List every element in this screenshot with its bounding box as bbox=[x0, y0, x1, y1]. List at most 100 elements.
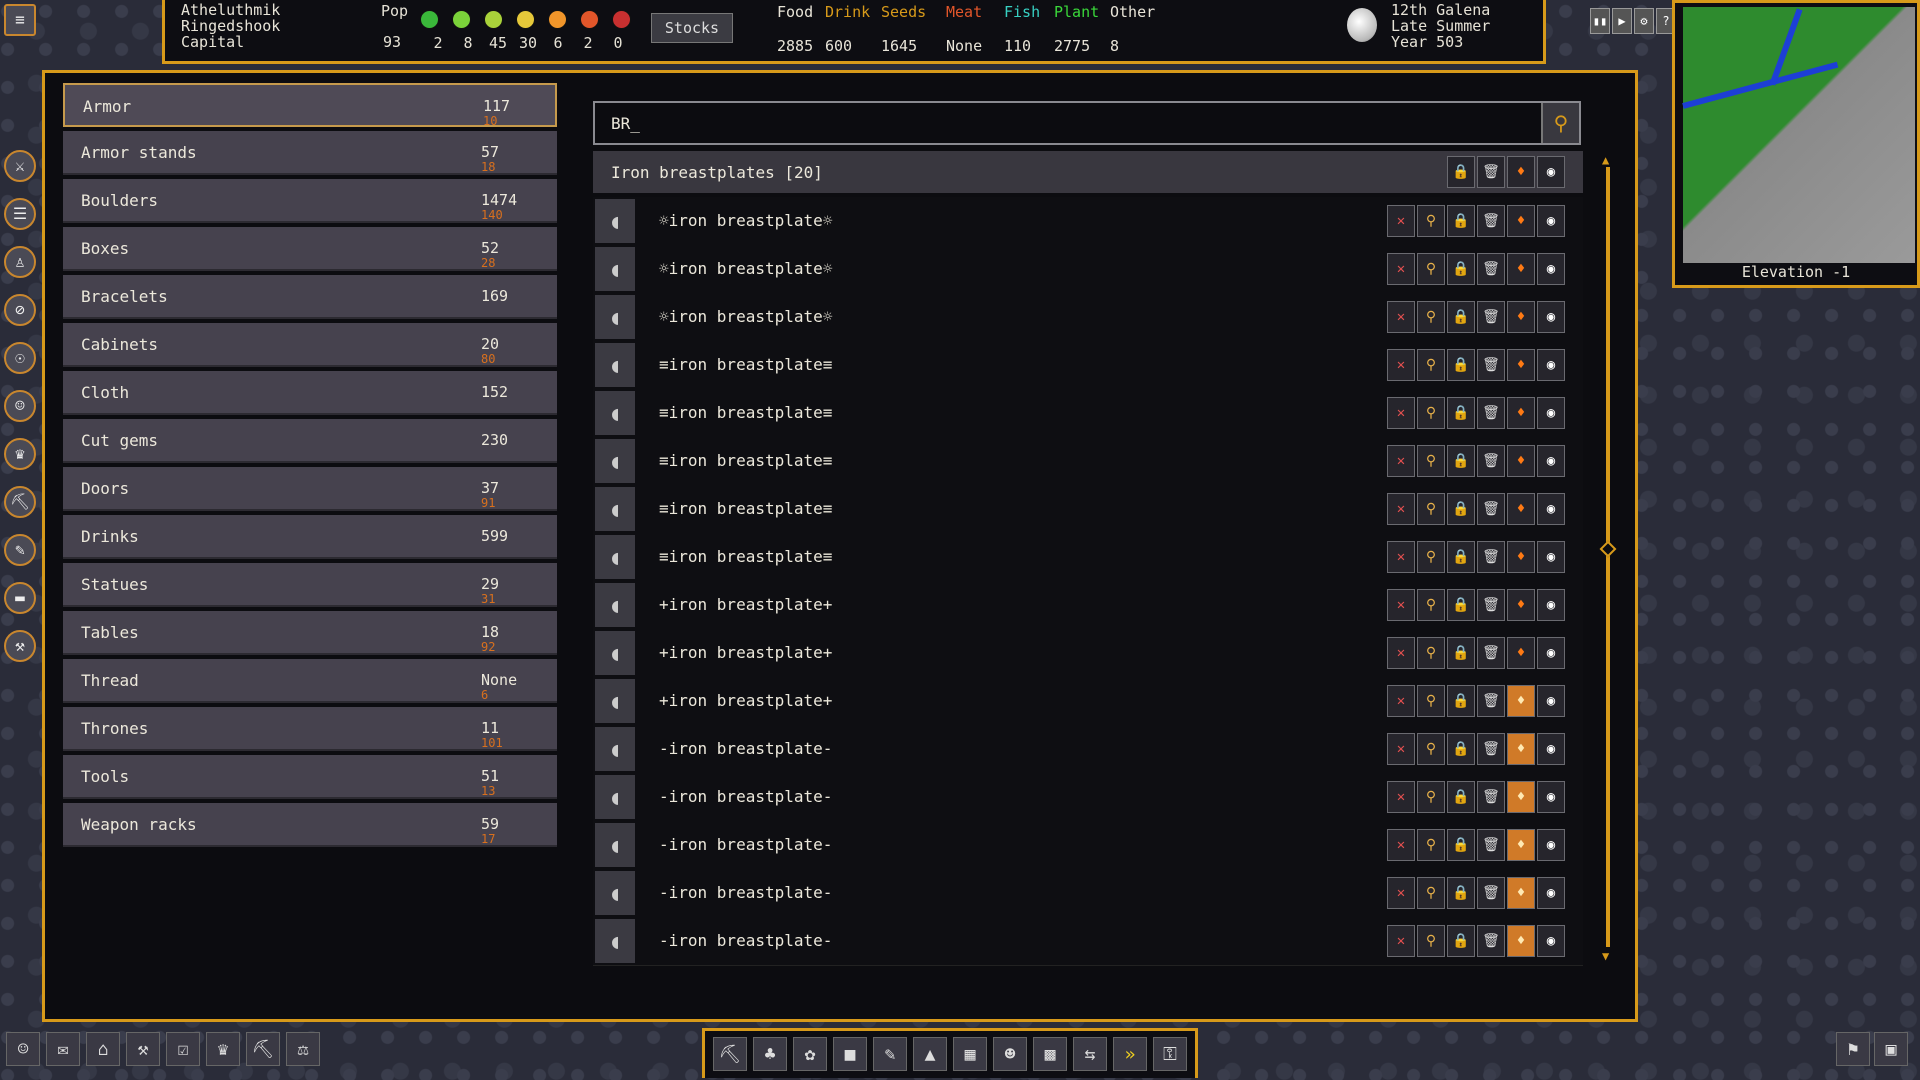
nobles-icon[interactable]: ♛ bbox=[206, 1032, 240, 1066]
unit-view-icon[interactable]: ✕ bbox=[1387, 829, 1415, 861]
unit-view-icon[interactable]: ✕ bbox=[1387, 733, 1415, 765]
unit-view-icon[interactable]: ✕ bbox=[1387, 589, 1415, 621]
zoom-icon[interactable]: ⚲ bbox=[1417, 733, 1445, 765]
zoom-icon[interactable]: ⚲ bbox=[1417, 301, 1445, 333]
item-row[interactable]: ◖ ≡iron breastplate≡ ✕ ⚲ 🔒 🗑 ♦ ◉ bbox=[593, 389, 1583, 438]
zoom-icon[interactable]: ⚲ bbox=[1417, 349, 1445, 381]
fast-forward-icon[interactable]: » bbox=[1113, 1037, 1147, 1071]
zoom-icon[interactable]: ⚲ bbox=[1417, 589, 1445, 621]
lock-icon[interactable]: 🔒 bbox=[1447, 349, 1475, 381]
category-item[interactable]: Tables 18 92 bbox=[63, 611, 557, 655]
gather-icon[interactable]: ✿ bbox=[793, 1037, 827, 1071]
dig-icon[interactable]: ⛏ bbox=[713, 1037, 747, 1071]
item-row[interactable]: ◖ ≡iron breastplate≡ ✕ ⚲ 🔒 🗑 ♦ ◉ bbox=[593, 533, 1583, 582]
melt-icon[interactable]: ♦ bbox=[1507, 685, 1535, 717]
hide-icon[interactable]: ◉ bbox=[1537, 637, 1565, 669]
item-row[interactable]: ◖ ≡iron breastplate≡ ✕ ⚲ 🔒 🗑 ♦ ◉ bbox=[593, 341, 1583, 390]
category-item[interactable]: Weapon racks 59 17 bbox=[63, 803, 557, 847]
lock-icon[interactable]: 🔒 bbox=[1447, 445, 1475, 477]
hide-icon[interactable]: ◉ bbox=[1537, 925, 1565, 957]
category-item[interactable]: Boxes 52 28 bbox=[63, 227, 557, 271]
hide-icon[interactable]: ◉ bbox=[1537, 541, 1565, 573]
military-icon[interactable]: ⚔ bbox=[4, 150, 36, 182]
melt-icon[interactable]: ♦ bbox=[1507, 205, 1535, 237]
orders-icon[interactable]: ☰ bbox=[4, 198, 36, 230]
category-item[interactable]: Bracelets 169 bbox=[63, 275, 557, 319]
lock-icon[interactable]: 🔒 bbox=[1447, 781, 1475, 813]
trash-icon[interactable]: 🗑 bbox=[1477, 397, 1505, 429]
trash-icon[interactable]: 🗑 bbox=[1477, 301, 1505, 333]
zoom-icon[interactable]: ⚲ bbox=[1417, 685, 1445, 717]
trash-icon[interactable]: 🗑 bbox=[1477, 781, 1505, 813]
unit-view-icon[interactable]: ✕ bbox=[1387, 349, 1415, 381]
trash-icon[interactable]: 🗑 bbox=[1477, 589, 1505, 621]
trash-icon[interactable]: 🗑 bbox=[1477, 829, 1505, 861]
anvil-icon[interactable]: ▬ bbox=[4, 582, 36, 614]
hide-icon[interactable]: ◉ bbox=[1537, 781, 1565, 813]
labor-icon[interactable]: ⛏ bbox=[246, 1032, 280, 1066]
hide-icon[interactable]: ◉ bbox=[1537, 301, 1565, 333]
unit-view-icon[interactable]: ✕ bbox=[1387, 925, 1415, 957]
search-input[interactable]: BR_ bbox=[611, 114, 640, 133]
zoom-icon[interactable]: ⚲ bbox=[1417, 541, 1445, 573]
play-icon[interactable]: ▶ bbox=[1612, 8, 1632, 34]
category-item[interactable]: Cut gems 230 bbox=[63, 419, 557, 463]
trash-icon[interactable]: 🗑 bbox=[1477, 493, 1505, 525]
trash-icon[interactable]: 🗑 bbox=[1477, 637, 1505, 669]
search-bar[interactable]: BR_ ⚲ bbox=[593, 101, 1581, 145]
category-item[interactable]: Drinks 599 bbox=[63, 515, 557, 559]
item-flags-icon[interactable]: ⚿ bbox=[1153, 1037, 1187, 1071]
zoom-icon[interactable]: ⚲ bbox=[1417, 925, 1445, 957]
hide-icon[interactable]: ◉ bbox=[1537, 685, 1565, 717]
category-item[interactable]: Cabinets 20 80 bbox=[63, 323, 557, 367]
build-icon[interactable]: ▲ bbox=[913, 1037, 947, 1071]
hide-icon[interactable]: ◉ bbox=[1537, 589, 1565, 621]
hammer-icon[interactable]: ⚒ bbox=[4, 630, 36, 662]
scrollbar[interactable]: ▲ ▼ bbox=[1599, 153, 1617, 963]
item-row[interactable]: ◖ +iron breastplate+ ✕ ⚲ 🔒 🗑 ♦ ◉ bbox=[593, 629, 1583, 678]
item-row[interactable]: ◖ ☼iron breastplate☼ ✕ ⚲ 🔒 🗑 ♦ ◉ bbox=[593, 245, 1583, 294]
hide-icon[interactable]: ◉ bbox=[1537, 877, 1565, 909]
category-item[interactable]: Thrones 11 101 bbox=[63, 707, 557, 751]
scroll-icon[interactable]: ✉ bbox=[46, 1032, 80, 1066]
minimap[interactable]: Elevation -1 bbox=[1672, 0, 1920, 288]
nobles-icon[interactable]: ♙ bbox=[4, 246, 36, 278]
stockpile-icon[interactable]: ▩ bbox=[1033, 1037, 1067, 1071]
hide-icon[interactable]: ◉ bbox=[1537, 156, 1565, 188]
zoom-icon[interactable]: ⚲ bbox=[1417, 877, 1445, 909]
trash-icon[interactable]: 🗑 bbox=[1477, 205, 1505, 237]
trash-icon[interactable]: 🗑 bbox=[1477, 349, 1505, 381]
melt-icon[interactable]: ♦ bbox=[1507, 445, 1535, 477]
lock-icon[interactable]: 🔒 bbox=[1447, 733, 1475, 765]
trash-icon[interactable]: 🗑 bbox=[1477, 925, 1505, 957]
zoom-icon[interactable]: ⚲ bbox=[1417, 637, 1445, 669]
hide-icon[interactable]: ◉ bbox=[1537, 733, 1565, 765]
unit-view-icon[interactable]: ✕ bbox=[1387, 541, 1415, 573]
unit-view-icon[interactable]: ✕ bbox=[1387, 637, 1415, 669]
zoom-icon[interactable]: ⚲ bbox=[1417, 493, 1445, 525]
zones-icon[interactable]: ⌂ bbox=[86, 1032, 120, 1066]
unit-view-icon[interactable]: ✕ bbox=[1387, 877, 1415, 909]
pick-icon[interactable]: ⛏ bbox=[4, 486, 36, 518]
justice-icon[interactable]: ⚖ bbox=[286, 1032, 320, 1066]
category-item[interactable]: Armor stands 57 18 bbox=[63, 131, 557, 175]
lock-icon[interactable]: 🔒 bbox=[1447, 301, 1475, 333]
trash-icon[interactable]: 🗑 bbox=[1477, 733, 1505, 765]
units-icon[interactable]: ☺ bbox=[4, 390, 36, 422]
item-row[interactable]: ◖ ☼iron breastplate☼ ✕ ⚲ 🔒 🗑 ♦ ◉ bbox=[593, 197, 1583, 246]
scroll-menu-icon[interactable]: ≡ bbox=[4, 4, 36, 36]
settings-icon[interactable]: ⚙ bbox=[1634, 8, 1654, 34]
lock-icon[interactable]: 🔒 bbox=[1447, 253, 1475, 285]
zoom-icon[interactable]: ⚲ bbox=[1417, 205, 1445, 237]
melt-icon[interactable]: ♦ bbox=[1507, 781, 1535, 813]
minecart-icon[interactable]: ⇆ bbox=[1073, 1037, 1107, 1071]
category-item[interactable]: Cloth 152 bbox=[63, 371, 557, 415]
unit-view-icon[interactable]: ✕ bbox=[1387, 301, 1415, 333]
item-row[interactable]: ◖ -iron breastplate- ✕ ⚲ 🔒 🗑 ♦ ◉ bbox=[593, 821, 1583, 870]
scroll-up-icon[interactable]: ▲ bbox=[1602, 153, 1609, 167]
zoom-icon[interactable]: ⚲ bbox=[1417, 397, 1445, 429]
chop-icon[interactable]: ♣ bbox=[753, 1037, 787, 1071]
category-item[interactable]: Boulders 1474 140 bbox=[63, 179, 557, 223]
hide-icon[interactable]: ◉ bbox=[1537, 253, 1565, 285]
item-row[interactable]: ◖ ≡iron breastplate≡ ✕ ⚲ 🔒 🗑 ♦ ◉ bbox=[593, 485, 1583, 534]
